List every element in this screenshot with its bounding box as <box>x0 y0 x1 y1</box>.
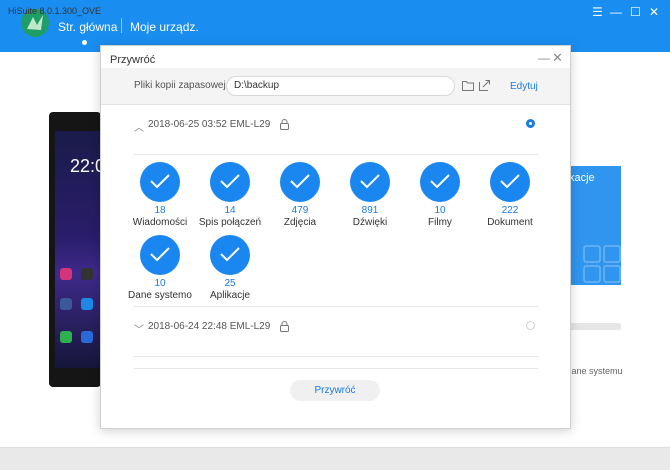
messages-app-icon <box>81 331 93 343</box>
category-count: 14 <box>224 205 236 216</box>
active-nav-indicator <box>82 40 87 45</box>
minimize-icon[interactable]: — <box>610 6 622 18</box>
backup-record[interactable]: ︿ 2018-06-25 03:52 EML-L29 <box>134 119 538 141</box>
check-icon <box>420 162 460 202</box>
check-icon <box>490 162 530 202</box>
phone-app-icon <box>60 331 72 343</box>
category-count: 10 <box>434 205 446 216</box>
dialog-title: Przywróć <box>110 54 156 66</box>
menu-icon[interactable]: ☰ <box>592 6 603 18</box>
dialog-minimize-icon[interactable]: — <box>538 51 550 65</box>
side-caption: cane systemu <box>567 366 623 376</box>
maximize-icon[interactable]: ☐ <box>630 6 641 18</box>
open-folder-icon[interactable] <box>462 80 474 91</box>
instagram-icon <box>60 268 72 280</box>
category-count: 25 <box>224 278 236 289</box>
backup-select-radio[interactable] <box>526 321 535 330</box>
lock-icon <box>280 119 289 130</box>
lightroom-icon <box>81 268 93 280</box>
restore-dialog: Przywróć — ✕ Pliki kopii zapasowej D:\ba… <box>100 45 571 429</box>
side-progress-bar <box>569 323 621 330</box>
backup-path-field[interactable]: D:\backup <box>226 76 455 96</box>
check-icon <box>350 162 390 202</box>
backup-files-label: Pliki kopii zapasowej <box>134 80 226 91</box>
facebook-icon <box>60 298 72 310</box>
backup-record-date: 2018-06-25 03:52 EML-L29 <box>148 119 271 130</box>
nav-my-devices[interactable]: Moje urządz. <box>130 20 199 34</box>
check-icon <box>280 162 320 202</box>
divider <box>134 356 538 357</box>
close-icon[interactable]: ✕ <box>649 6 659 18</box>
chevron-up-icon[interactable]: ︿ <box>134 119 144 134</box>
dialog-close-icon[interactable]: ✕ <box>552 50 563 66</box>
app-version: HiSuite 8.0.1.300_OVE <box>8 6 102 16</box>
export-icon[interactable] <box>479 80 490 91</box>
edit-button[interactable]: Edytuj <box>510 81 538 92</box>
nav-home[interactable]: Str. główna <box>58 20 117 34</box>
side-feature-card-label: kacje <box>569 172 595 184</box>
status-bar <box>0 447 670 470</box>
category-label: Dokument <box>487 217 533 228</box>
chevron-down-icon[interactable]: ﹀ <box>134 321 144 336</box>
backup-select-radio[interactable] <box>526 119 535 128</box>
nav-divider <box>121 18 122 33</box>
check-icon <box>140 235 180 275</box>
category-count: 18 <box>154 205 166 216</box>
divider <box>134 368 538 369</box>
category-count: 222 <box>501 205 519 216</box>
category-count: 10 <box>154 278 166 289</box>
check-icon <box>210 162 250 202</box>
phone-clock: 22:0 <box>70 156 101 176</box>
check-icon <box>210 235 250 275</box>
backup-record[interactable]: ﹀ 2018-06-24 22:48 EML-L29 <box>134 321 538 343</box>
messenger-icon <box>81 298 93 310</box>
divider <box>134 154 538 155</box>
apps-grid-icon <box>583 245 621 283</box>
phone-screen: 22:0 <box>55 131 101 368</box>
restore-button[interactable]: Przywróć <box>290 380 380 401</box>
lock-icon <box>280 321 289 332</box>
category-count: 479 <box>291 205 309 216</box>
divider <box>134 306 538 307</box>
category-label: Aplikacje <box>209 290 251 301</box>
check-icon <box>140 162 180 202</box>
backup-record-date: 2018-06-24 22:48 EML-L29 <box>148 321 271 332</box>
category-count: 891 <box>361 205 379 216</box>
